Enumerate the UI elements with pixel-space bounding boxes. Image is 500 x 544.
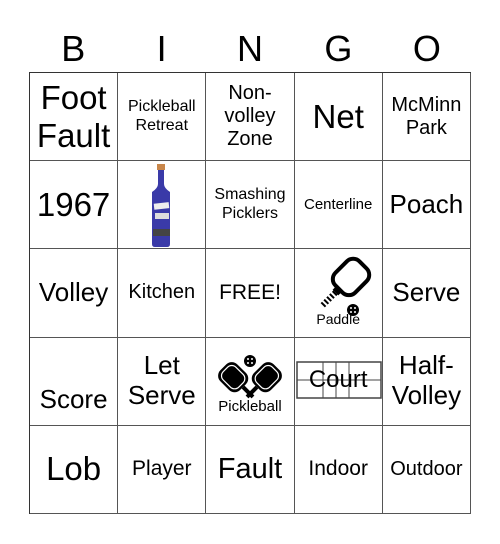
cell-text-line: Foot: [40, 78, 107, 116]
bingo-cell-kitchen[interactable]: Kitchen: [118, 249, 207, 338]
cell-text-line: McMinn: [391, 93, 462, 116]
cell-text: Poach: [389, 188, 464, 220]
cell-text: Centerline: [304, 196, 372, 213]
cell-text-line: Pickleball: [127, 98, 196, 116]
cell-text-line: Kitchen: [128, 281, 196, 304]
cell-text-line: Volley: [391, 380, 462, 411]
cell-text-line: Park: [405, 116, 447, 139]
cell-text: Lob: [46, 450, 101, 488]
cell-text: Volley: [38, 277, 109, 308]
bingo-cell-gin-bottle[interactable]: [118, 161, 207, 250]
cell-text-line: Net: [312, 97, 364, 135]
bingo-cell-foot-fault[interactable]: Foot Fault: [30, 73, 119, 162]
bingo-cell-half-volley[interactable]: Half- Volley: [382, 337, 471, 426]
cell-text: Serve: [392, 277, 461, 308]
cell-text-line: Serve: [392, 277, 461, 308]
cell-text: Score: [39, 383, 108, 415]
bingo-cell-serve[interactable]: Serve: [382, 249, 471, 338]
cell-text-line: Zone: [227, 128, 273, 151]
cell-text: Outdoor: [390, 458, 462, 481]
cell-text: Half- Volley: [391, 350, 462, 411]
gin-bottle-icon: [152, 164, 171, 248]
cell-text: FREE!: [219, 281, 281, 305]
cell-text-line: FREE!: [219, 280, 281, 304]
cell-label: Paddle: [316, 311, 360, 328]
cell-text: Fault: [218, 453, 282, 486]
cell-text: Non-volley Zone: [224, 82, 275, 151]
bingo-cell-centerline[interactable]: Centerline: [294, 161, 383, 250]
bingo-cell-lob[interactable]: Lob: [30, 425, 119, 514]
bingo-cell-mcminn-park[interactable]: McMinn Park: [382, 73, 471, 162]
bingo-cell-pickleball-retreat[interactable]: Pickleball Retreat: [118, 73, 207, 162]
cell-text-line: Centerline: [304, 196, 373, 214]
bingo-cell-court[interactable]: Court: [294, 337, 383, 426]
cell-text-line: 1967: [36, 185, 111, 223]
bingo-cell-outdoor[interactable]: Outdoor: [382, 425, 471, 514]
cell-text: Pickleball Retreat: [128, 98, 196, 135]
cell-text-line: Serve: [127, 380, 196, 411]
header-letter-n: N: [237, 28, 264, 69]
cell-label: Court: [308, 365, 368, 393]
bingo-card-grid: Foot Fault Pickleball Retreat Non-volley Zone…: [29, 72, 471, 514]
bingo-cell-player[interactable]: Player: [118, 425, 207, 514]
header-letter-o: O: [412, 28, 441, 69]
cell-text-line: Outdoor: [390, 457, 463, 480]
bingo-cell-paddle[interactable]: Paddle: [294, 249, 383, 338]
cell-text-line: Picklers: [221, 204, 278, 222]
gin-bottle-image: [118, 161, 205, 248]
bingo-cell-score[interactable]: Score: [30, 337, 119, 426]
cell-text-line: Lob: [46, 450, 102, 488]
bingo-cell-free[interactable]: FREE!: [206, 249, 295, 338]
cell-text-line: Volley: [38, 277, 109, 308]
bingo-cell-fault[interactable]: Fault: [206, 425, 295, 514]
cell-text-line: Poach: [389, 188, 464, 219]
cell-label: Pickleball: [218, 397, 282, 415]
cell-text-line: Fault: [217, 452, 283, 485]
cell-text-line: Indoor: [308, 457, 368, 481]
cell-text-line: Score: [39, 383, 108, 414]
bingo-cell-poach[interactable]: Poach: [382, 161, 471, 250]
header-letter-b: B: [61, 28, 86, 69]
bingo-cell-non-volley-zone[interactable]: Non-volley Zone: [206, 73, 295, 162]
cell-text: 1967: [37, 186, 110, 224]
bingo-cell-smashing-picklers[interactable]: Smashing Picklers: [206, 161, 295, 250]
cell-text: McMinn Park: [391, 94, 461, 140]
cell-text: Net: [313, 98, 364, 136]
cell-text: Foot Fault: [37, 79, 110, 155]
cell-text: Let Serve: [127, 350, 196, 411]
header-letter-g: G: [324, 28, 353, 69]
bingo-cell-net[interactable]: Net: [294, 73, 383, 162]
cell-text-line: Half-: [398, 350, 454, 381]
cell-text-line: Smashing: [214, 186, 286, 204]
cell-text: Kitchen: [128, 281, 195, 304]
bingo-cell-volley[interactable]: Volley: [30, 249, 119, 338]
cell-text: Player: [132, 457, 192, 481]
cell-text: Indoor: [308, 457, 368, 481]
header-letter-i: I: [156, 28, 167, 69]
cell-text-line: Retreat: [135, 116, 189, 134]
cell-text-line: volley: [224, 105, 276, 128]
bingo-cell-indoor[interactable]: Indoor: [294, 425, 383, 514]
cell-text-line: Player: [132, 457, 192, 481]
bingo-cell-pickleball[interactable]: Pickleball: [206, 337, 295, 426]
cell-text-line: Non-: [228, 82, 272, 105]
bingo-cell-1967[interactable]: 1967: [30, 161, 119, 250]
bingo-header: B I N G O: [29, 26, 471, 72]
bingo-cell-let-serve[interactable]: Let Serve: [118, 337, 207, 426]
cell-text-line: Fault: [36, 116, 111, 154]
cell-text: Smashing Picklers: [214, 186, 285, 223]
cell-text-line: Let: [143, 350, 180, 381]
